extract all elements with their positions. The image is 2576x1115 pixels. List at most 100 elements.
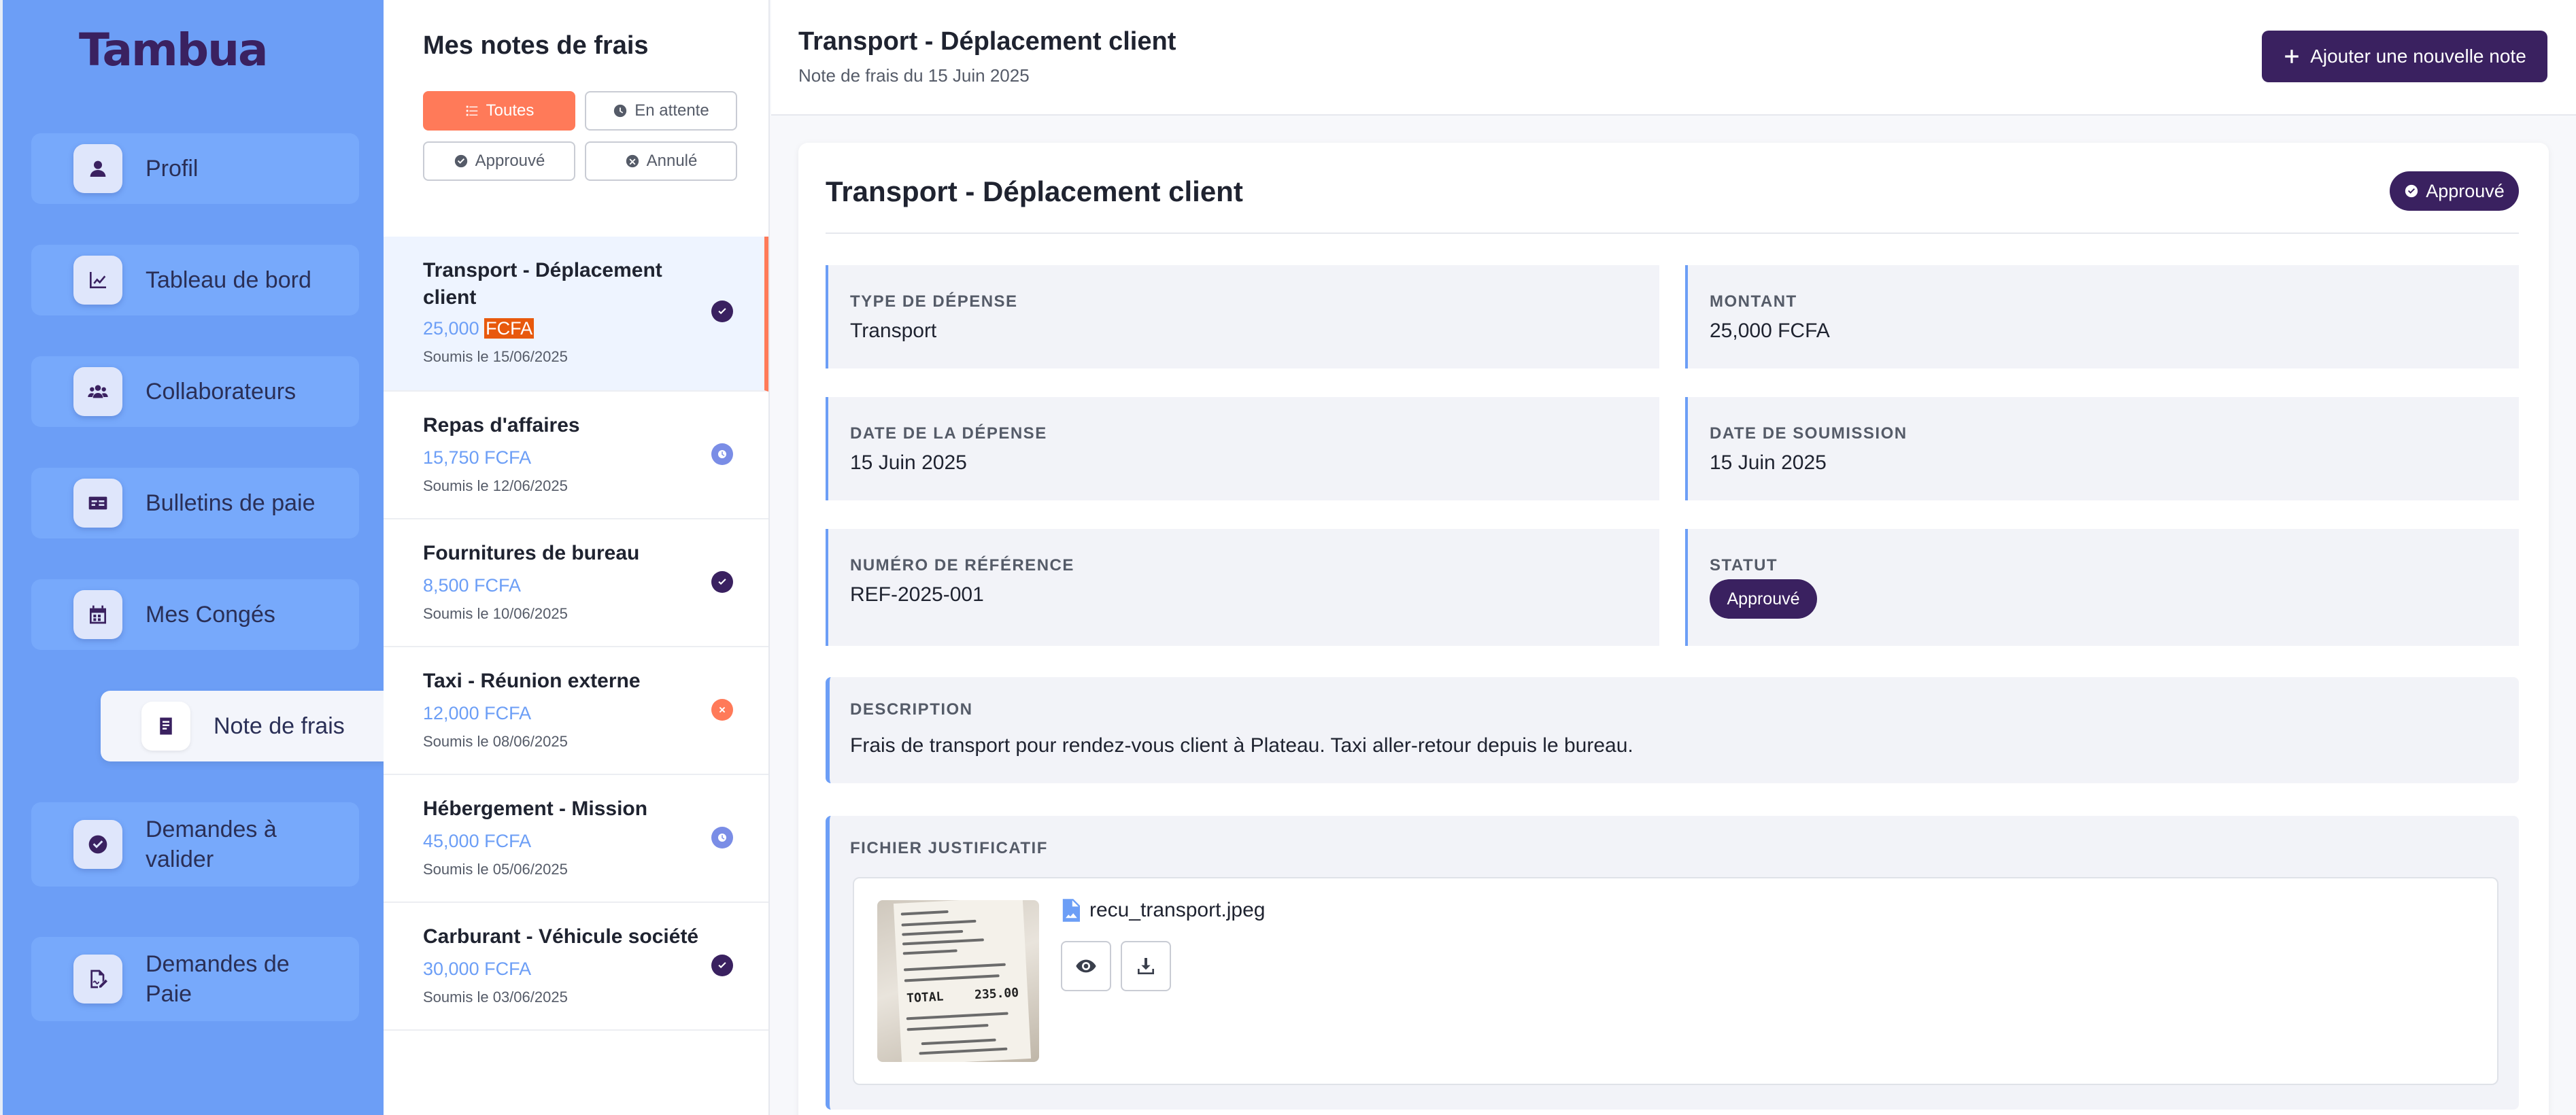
filter-label: Toutes bbox=[486, 101, 535, 120]
download-icon bbox=[1138, 958, 1154, 974]
note-list-item[interactable]: Taxi - Réunion externe 12,000 FCFA Soumi… bbox=[384, 647, 768, 775]
field-label: Date de soumission bbox=[1710, 424, 1908, 443]
sidebar-item-demandes-a-valider[interactable]: Demandes à valider bbox=[31, 802, 359, 887]
approved-status-icon bbox=[711, 301, 733, 322]
detail-title: Transport - Déplacement client bbox=[826, 175, 1243, 207]
sidebar-item-label: Bulletins de paie bbox=[146, 490, 316, 516]
filter-en-attente-button[interactable]: En attente bbox=[585, 91, 737, 131]
sidebar-item-label: Tableau de bord bbox=[146, 267, 311, 293]
sidebar-item-demandes-de-paie[interactable]: Demandes de Paie bbox=[31, 937, 359, 1021]
note-list-item[interactable]: Repas d'affaires 15,750 FCFA Soumis le 1… bbox=[384, 392, 768, 519]
description-label: Description bbox=[850, 700, 973, 719]
expense-detail-card: Transport - Déplacement client Approuvé … bbox=[798, 143, 2549, 1115]
sidebar: Tambua Profil Tableau de bord Collaborat… bbox=[0, 0, 386, 1115]
attachment-block: Fichier justificatif TOTAL 235.00 bbox=[826, 816, 2519, 1110]
note-submitted-date: Soumis le 05/06/2025 bbox=[423, 861, 568, 878]
sidebar-item-label: Demandes de Paie bbox=[146, 951, 290, 1007]
note-title: Taxi - Réunion externe bbox=[423, 670, 641, 692]
field-label: Montant bbox=[1710, 292, 1797, 311]
pending-status-icon bbox=[711, 827, 733, 848]
attachment-filename[interactable]: recu_transport.jpeg bbox=[1089, 899, 1266, 922]
note-amount: 30,000 FCFA bbox=[423, 959, 532, 979]
note-amount: 8,500 FCFA bbox=[423, 575, 522, 596]
note-amount: 12,000 FCFA bbox=[423, 703, 532, 723]
logo[interactable]: Tambua bbox=[79, 23, 269, 76]
note-submitted-date: Soumis le 03/06/2025 bbox=[423, 989, 568, 1006]
note-submitted-date: Soumis le 08/06/2025 bbox=[423, 733, 568, 750]
filter-annule-button[interactable]: Annulé bbox=[585, 141, 737, 181]
user-icon bbox=[73, 144, 122, 193]
sidebar-item-label: Note de frais bbox=[214, 713, 345, 739]
check-circle-icon bbox=[73, 820, 122, 869]
chart-line-icon bbox=[73, 256, 122, 305]
sidebar-item-tableau-de-bord[interactable]: Tableau de bord bbox=[31, 245, 359, 315]
cancelled-status-icon bbox=[711, 699, 733, 721]
filter-label: Approuvé bbox=[475, 152, 545, 170]
note-title: Transport - Déplacement client bbox=[423, 259, 662, 309]
view-file-button[interactable] bbox=[1061, 941, 1111, 991]
sidebar-item-mes-conges[interactable]: Mes Congés bbox=[31, 579, 359, 650]
note-submitted-date: Soumis le 10/06/2025 bbox=[423, 605, 568, 622]
sidebar-item-label: Collaborateurs bbox=[146, 379, 296, 405]
image-file-icon bbox=[1062, 899, 1080, 922]
filter-label: Annulé bbox=[646, 152, 698, 170]
note-amount: 25,000 FCFA bbox=[423, 318, 535, 339]
list-icon bbox=[466, 105, 477, 116]
page-header: Transport - Déplacement client Note de f… bbox=[771, 0, 2576, 116]
note-list-item[interactable]: Fournitures de bureau 8,500 FCFA Soumis … bbox=[384, 519, 768, 647]
sidebar-item-note-de-frais[interactable]: Note de frais bbox=[101, 691, 386, 761]
sidebar-item-collaborateurs[interactable]: Collaborateurs bbox=[31, 356, 359, 427]
description-text: Frais de transport pour rendez-vous clie… bbox=[850, 734, 1633, 757]
note-submitted-date: Soumis le 12/06/2025 bbox=[423, 477, 568, 494]
approved-status-icon bbox=[711, 571, 733, 593]
attachment-file: TOTAL 235.00 recu_transport.jpeg bbox=[853, 877, 2498, 1085]
notes-list-title: Mes notes de frais bbox=[423, 31, 649, 60]
file-signature-icon bbox=[73, 955, 122, 1004]
note-submitted-date: Soumis le 15/06/2025 bbox=[423, 348, 568, 365]
plus-icon bbox=[2285, 50, 2299, 63]
filter-approuve-button[interactable]: Approuvé bbox=[423, 141, 575, 181]
description-block: Description Frais de transport pour rend… bbox=[826, 677, 2519, 783]
clock-icon bbox=[614, 104, 627, 118]
note-title: Carburant - Véhicule société bbox=[423, 925, 699, 948]
note-amount: 15,750 FCFA bbox=[423, 447, 532, 468]
sidebar-item-label: Mes Congés bbox=[146, 602, 275, 628]
check-circle-icon bbox=[454, 154, 467, 168]
field-label: Numéro de référence bbox=[850, 556, 1074, 574]
receipt-total-label: TOTAL bbox=[906, 989, 944, 1006]
note-title: Hébergement - Mission bbox=[423, 797, 648, 820]
receipt-thumbnail[interactable]: TOTAL 235.00 bbox=[877, 900, 1039, 1062]
filter-label: En attente bbox=[634, 101, 709, 120]
expense-type-field: Type de dépense Transport bbox=[826, 265, 1659, 368]
attachment-label: Fichier justificatif bbox=[850, 839, 1048, 857]
note-list-item[interactable]: Hébergement - Mission 45,000 FCFA Soumis… bbox=[384, 775, 768, 903]
amount-field: Montant 25,000 FCFA bbox=[1685, 265, 2519, 368]
sidebar-item-profil[interactable]: Profil bbox=[31, 133, 359, 204]
logo-text: Tambua bbox=[79, 23, 269, 76]
check-circle-icon bbox=[2405, 184, 2418, 198]
field-value: 15 Juin 2025 bbox=[1710, 451, 1827, 474]
add-note-button[interactable]: Ajouter une nouvelle note bbox=[2262, 31, 2547, 82]
sidebar-item-label: Profil bbox=[146, 156, 199, 182]
reference-field: Numéro de référence REF-2025-001 bbox=[826, 529, 1659, 646]
calendar-icon bbox=[73, 590, 122, 639]
sidebar-item-bulletins-de-paie[interactable]: Bulletins de paie bbox=[31, 468, 359, 538]
approved-status-icon bbox=[711, 955, 733, 976]
note-amount: 45,000 FCFA bbox=[423, 831, 532, 851]
note-list-item[interactable]: Transport - Déplacement client 25,000 FC… bbox=[384, 237, 768, 392]
receipt-image: TOTAL 235.00 bbox=[893, 900, 1032, 1062]
status-field: Statut Approuvé bbox=[1685, 529, 2519, 646]
field-label: Date de la dépense bbox=[850, 424, 1047, 443]
pending-status-icon bbox=[711, 443, 733, 465]
id-card-icon bbox=[73, 479, 122, 528]
download-file-button[interactable] bbox=[1121, 941, 1171, 991]
page-subtitle: Note de frais du 15 Juin 2025 bbox=[798, 65, 1030, 86]
field-value: 25,000 FCFA bbox=[1710, 320, 1830, 342]
field-value: 15 Juin 2025 bbox=[850, 451, 967, 474]
add-note-label: Ajouter une nouvelle note bbox=[2310, 46, 2526, 67]
notes-list-panel: Mes notes de frais Toutes En attente App… bbox=[384, 0, 770, 1115]
note-list-item[interactable]: Carburant - Véhicule société 30,000 FCFA… bbox=[384, 903, 768, 1031]
x-circle-icon bbox=[626, 154, 639, 168]
field-label: Type de dépense bbox=[850, 292, 1018, 311]
filter-toutes-button[interactable]: Toutes bbox=[423, 91, 575, 131]
